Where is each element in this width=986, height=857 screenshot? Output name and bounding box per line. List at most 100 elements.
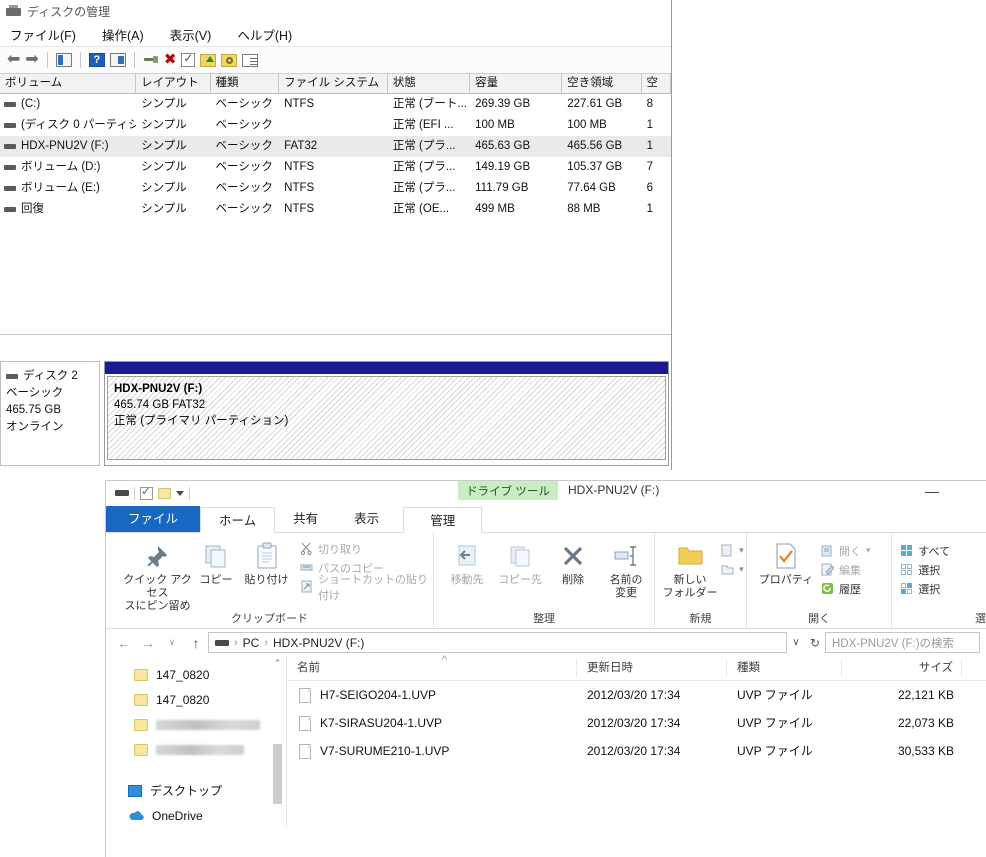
cell-free-pct: 6 <box>646 182 653 194</box>
inspect-icon[interactable] <box>221 53 238 67</box>
copy-button[interactable]: コピー <box>193 533 239 587</box>
disk-management-menubar[interactable]: ファイル(F) 操作(A) 表示(V) ヘルプ(H) <box>0 22 671 47</box>
easy-access-button[interactable]: ▾ <box>721 560 744 579</box>
table-row[interactable]: V7-SURUME210-1.UVP 2012/03/20 17:34 UVP … <box>287 737 986 765</box>
navigation-scrollbar[interactable]: ⌃ <box>273 658 282 824</box>
tab-home[interactable]: ホーム <box>200 507 276 533</box>
history-button[interactable]: 履歴 <box>821 579 871 598</box>
ribbon-tabstrip[interactable]: ファイル ホーム 共有 表示 管理 <box>106 505 986 533</box>
partition-block[interactable]: HDX-PNU2V (F:) 465.74 GB FAT32 正常 (プライマリ… <box>104 361 669 466</box>
breadcrumb-drive[interactable]: HDX-PNU2V (F:) <box>273 636 364 650</box>
tab-share[interactable]: 共有 <box>275 506 336 532</box>
list-item[interactable] <box>106 712 286 737</box>
ribbon-group-clipboard: クイック アクセス スにピン留め コピー 貼り付け 切り取り パスのコピー ショ… <box>106 533 435 628</box>
disk-info-panel[interactable]: ディスク 2 ベーシック 465.75 GB オンライン <box>0 361 100 466</box>
copy-to-button[interactable]: コピー先 <box>492 533 548 600</box>
properties-button[interactable]: プロパティ <box>755 533 817 598</box>
cut-button[interactable]: 切り取り <box>300 539 433 558</box>
back-button[interactable]: ← <box>112 635 136 651</box>
volume-table-header[interactable]: ボリューム レイアウト 種類 ファイル システム 状態 容量 空き領域 空 <box>0 74 671 94</box>
scrollbar-thumb[interactable] <box>273 744 282 804</box>
file-list-header[interactable]: 名前 更新日時 種類 サイズ ^ <box>287 654 986 681</box>
list-item[interactable]: 147_0820 <box>106 662 286 687</box>
table-row[interactable]: K7-SIRASU204-1.UVP 2012/03/20 17:34 UVP … <box>287 709 986 737</box>
list-item[interactable]: 147_0820 <box>106 687 286 712</box>
recent-locations-button[interactable]: ∨ <box>160 637 184 648</box>
back-arrow-icon[interactable]: ⬅ <box>7 52 20 68</box>
search-input[interactable]: HDX-PNU2V (F:)の検索 <box>825 632 980 653</box>
paste-button[interactable]: 貼り付け <box>239 533 294 587</box>
forward-button[interactable]: → <box>136 635 160 651</box>
cell-filesystem <box>279 115 388 136</box>
paste-shortcut-button[interactable]: ショートカットの貼り付け <box>300 574 433 602</box>
quick-access-toolbar[interactable] <box>106 484 190 500</box>
scroll-up-icon[interactable]: ⌃ <box>273 658 282 669</box>
forward-arrow-icon[interactable]: ➡ <box>25 52 38 68</box>
copy-to-label: コピー先 <box>498 574 543 586</box>
tab-view[interactable]: 表示 <box>336 506 397 532</box>
column-header-layout[interactable]: レイアウト <box>136 74 211 93</box>
help-icon[interactable]: ? <box>88 53 105 67</box>
list-item[interactable] <box>106 737 286 762</box>
address-breadcrumb-bar[interactable]: › PC › HDX-PNU2V (F:) <box>208 632 787 653</box>
address-dropdown-button[interactable]: ∨ <box>787 637 805 648</box>
new-folder-icon[interactable] <box>158 487 171 499</box>
up-button[interactable]: ↑ <box>184 635 208 651</box>
column-header-free-space[interactable]: 空き領域 <box>562 74 642 93</box>
import-foreign-disk-icon[interactable] <box>200 53 217 67</box>
column-header-name[interactable]: 名前 <box>287 659 577 677</box>
column-header-free-pct[interactable]: 空 <box>642 74 671 93</box>
cell-name: H7-SEIGO204-1.UVP <box>320 688 437 702</box>
new-folder-button[interactable]: 新しい フォルダー <box>659 533 721 600</box>
edit-button[interactable]: 編集 <box>821 560 871 579</box>
column-header-size[interactable]: サイズ <box>842 659 962 677</box>
show-hide-action-pane-icon[interactable] <box>109 53 126 67</box>
table-row[interactable]: (C:) シンプル ベーシック NTFS 正常 (ブート... 269.39 G… <box>0 94 671 115</box>
column-header-status[interactable]: 状態 <box>388 74 471 93</box>
tab-manage[interactable]: 管理 <box>403 507 483 533</box>
menu-file[interactable]: ファイル(F) <box>10 25 76 44</box>
menu-view[interactable]: 表示(V) <box>170 25 212 44</box>
table-row-selected[interactable]: HDX-PNU2V (F:) シンプル ベーシック FAT32 正常 (プラ..… <box>0 136 671 157</box>
menu-help[interactable]: ヘルプ(H) <box>237 25 292 44</box>
drive-icon[interactable] <box>115 490 129 496</box>
table-row[interactable]: ボリューム (E:) シンプル ベーシック NTFS 正常 (プラ... 111… <box>0 178 671 199</box>
refresh-button[interactable]: ↻ <box>805 636 825 650</box>
table-row[interactable]: 回復 シンプル ベーシック NTFS 正常 (OE... 499 MB 88 M… <box>0 199 671 220</box>
tab-file[interactable]: ファイル <box>106 506 201 532</box>
column-header-type[interactable]: 種類 <box>211 74 280 93</box>
table-row[interactable]: ボリューム (D:) シンプル ベーシック NTFS 正常 (プラ... 149… <box>0 157 671 178</box>
select-none-button[interactable]: 選択 <box>900 560 986 579</box>
move-to-button[interactable]: 移動先 <box>442 533 492 600</box>
column-header-date[interactable]: 更新日時 <box>577 659 727 677</box>
copy-path-icon <box>300 561 313 574</box>
properties-icon[interactable] <box>140 484 153 500</box>
minimize-button[interactable]: — <box>921 483 943 499</box>
invert-selection-button[interactable]: 選択 <box>900 579 986 598</box>
show-hide-console-tree-icon[interactable] <box>55 53 72 67</box>
list-icon[interactable] <box>242 53 259 67</box>
delete-x-icon[interactable]: ✖ <box>164 52 177 67</box>
column-header-volume[interactable]: ボリューム <box>0 74 137 93</box>
new-item-button[interactable]: ▾ <box>721 541 744 560</box>
select-all-button[interactable]: すべて <box>900 541 986 560</box>
ribbon-group-new: 新しい フォルダー ▾ ▾ 新規 <box>655 533 747 628</box>
column-header-type[interactable]: 種類 <box>727 659 842 677</box>
rescan-disks-icon[interactable] <box>181 51 196 67</box>
table-row[interactable]: (ディスク 0 パーティシ... シンプル ベーシック 正常 (EFI ... … <box>0 115 671 136</box>
pin-to-quick-access-button[interactable]: クイック アクセス スにピン留め <box>122 533 193 613</box>
customize-caret-icon[interactable] <box>176 490 184 496</box>
list-item-onedrive[interactable]: OneDrive <box>106 803 286 828</box>
open-button[interactable]: 開く ▾ <box>821 541 871 560</box>
column-header-capacity[interactable]: 容量 <box>470 74 563 93</box>
menu-action[interactable]: 操作(A) <box>102 25 144 44</box>
disk-management-toolbar[interactable]: ⬅ ➡ ? ✖ <box>0 47 671 74</box>
list-item-desktop[interactable]: デスクトップ <box>106 778 286 803</box>
partition-details[interactable]: HDX-PNU2V (F:) 465.74 GB FAT32 正常 (プライマリ… <box>107 376 666 460</box>
table-row[interactable]: H7-SEIGO204-1.UVP 2012/03/20 17:34 UVP フ… <box>287 681 986 709</box>
delete-button[interactable]: 削除 <box>548 533 598 600</box>
properties-wrench-icon[interactable] <box>143 53 159 67</box>
rename-button[interactable]: 名前の 変更 <box>598 533 654 600</box>
column-header-filesystem[interactable]: ファイル システム <box>279 74 388 93</box>
breadcrumb-pc[interactable]: PC <box>243 636 260 650</box>
